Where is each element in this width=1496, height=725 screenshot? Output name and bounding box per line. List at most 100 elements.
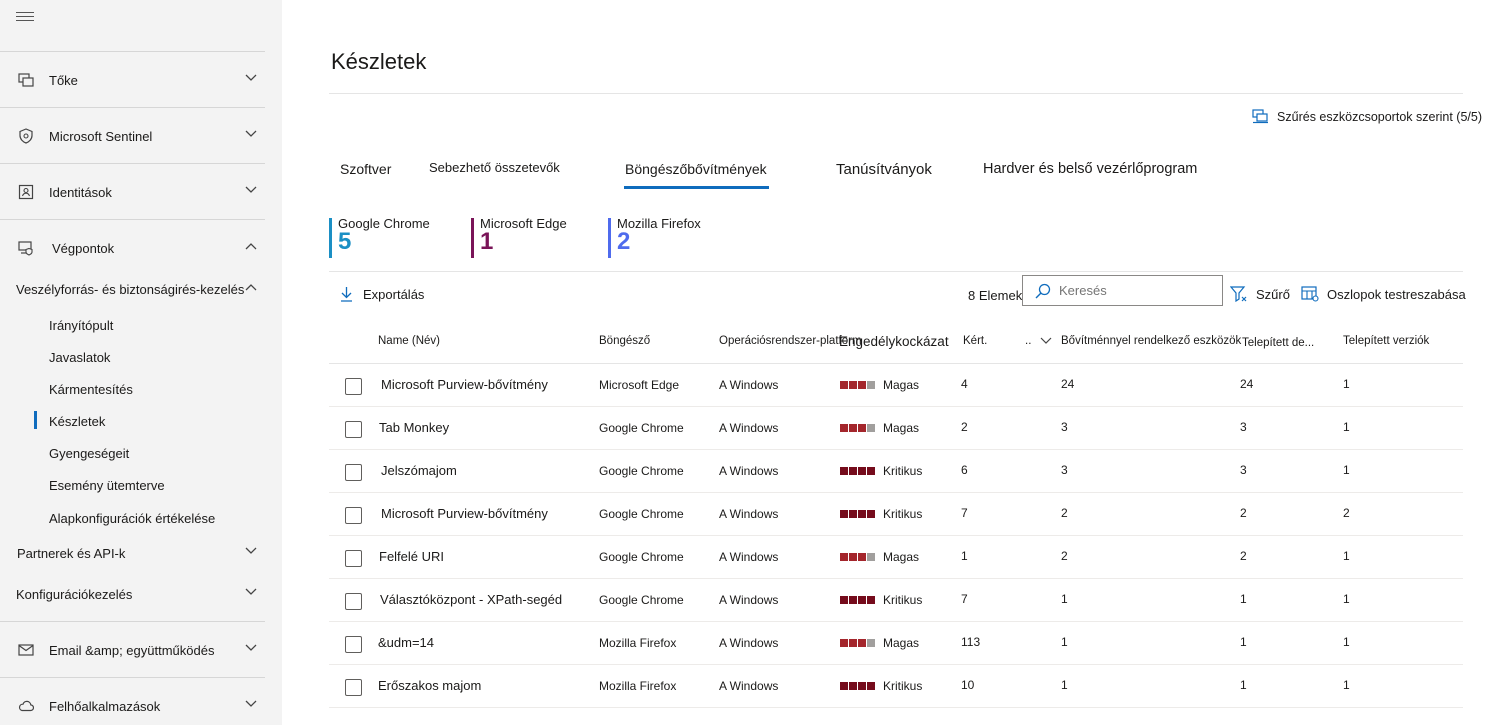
chevron-down-icon[interactable]: [245, 74, 257, 82]
export-button[interactable]: Exportálás: [340, 286, 424, 302]
sidebar-subitem-baselines[interactable]: Alapkonfigurációk értékelése: [49, 511, 215, 526]
risk-label: Kritikus: [883, 464, 923, 478]
row-checkbox[interactable]: [345, 507, 362, 524]
extension-name[interactable]: Microsoft Purview-bővítmény: [381, 506, 548, 521]
stat-color-bar: [608, 218, 611, 258]
filter-device-groups-button[interactable]: Szűrés eszközcsoportok szerint (5/5): [1252, 109, 1482, 124]
sidebar-subitem-dashboard[interactable]: Irányítópult: [49, 318, 113, 333]
risk-label: Magas: [883, 378, 920, 392]
devices-cell: 3: [1061, 463, 1068, 477]
extension-name[interactable]: Tab Monkey: [379, 420, 449, 435]
customize-columns-button[interactable]: Oszlopok testreszabása: [1301, 286, 1466, 302]
installed-devices-cell: 1: [1240, 635, 1247, 649]
chevron-up-icon[interactable]: [245, 242, 257, 250]
installed-devices-cell: 2: [1240, 506, 1247, 520]
installed-devices-cell: 1: [1240, 592, 1247, 606]
assets-icon: [18, 72, 34, 88]
column-header-devices-with-extension[interactable]: Bővítménnyel rendelkező eszközök: [1061, 335, 1241, 347]
tab-software[interactable]: Szoftver: [340, 161, 391, 177]
sidebar-subitem-weaknesses[interactable]: Gyengeségeit: [49, 446, 129, 461]
row-checkbox[interactable]: [345, 679, 362, 696]
sidebar-item-configuration[interactable]: Konfigurációkezelés: [0, 580, 275, 608]
sidebar-item-identities[interactable]: Identitások: [0, 178, 275, 206]
chevron-down-icon[interactable]: [245, 700, 257, 708]
risk-cell: Kritikus: [840, 464, 922, 478]
tab-vulnerable-components[interactable]: Sebezhető összetevők: [429, 160, 560, 175]
row-checkbox[interactable]: [345, 550, 362, 567]
table-row[interactable]: Erőszakos majom Mozilla Firefox A Windows K…: [329, 665, 1463, 708]
stat-value: 2: [617, 228, 631, 255]
row-checkbox[interactable]: [345, 421, 362, 438]
chevron-up-icon[interactable]: [245, 283, 257, 291]
tab-hardware-firmware[interactable]: Hardver és belső vezérlőprogram: [983, 161, 1197, 177]
installed-versions-cell: 1: [1343, 549, 1350, 563]
column-header-requested[interactable]: Kért.: [961, 335, 988, 347]
sidebar-item-partners[interactable]: Partnerek és API-k: [0, 539, 275, 567]
filter-button[interactable]: Szűrő: [1230, 286, 1290, 302]
column-header-installed-devices[interactable]: Telepített de...: [1242, 337, 1314, 349]
search-input[interactable]: [1059, 283, 1209, 298]
sidebar-item-email[interactable]: Email &amp; együttműködés: [0, 636, 275, 664]
sidebar-item-vulnerability-management[interactable]: Veszélyforrás- és biztonságirés-kezelés: [0, 275, 275, 303]
risk-bar-segment: [858, 510, 866, 518]
requested-cell: 113: [961, 635, 981, 649]
extension-name[interactable]: Erőszakos majom: [378, 678, 481, 693]
column-header-more[interactable]: ..: [1025, 335, 1031, 347]
extension-name[interactable]: &udm=14: [378, 635, 434, 650]
extension-name[interactable]: Microsoft Purview-bővítmény: [381, 377, 548, 392]
row-checkbox[interactable]: [345, 593, 362, 610]
row-checkbox[interactable]: [345, 464, 362, 481]
table-row[interactable]: &udm=14 Mozilla Firefox A Windows Magas 113 1…: [329, 622, 1463, 665]
column-header-installed-versions[interactable]: Telepített verziók: [1343, 335, 1429, 347]
export-label: Exportálás: [363, 286, 425, 302]
row-checkbox[interactable]: [345, 636, 362, 653]
column-header-permission-risk[interactable]: Engedélykockázat: [839, 334, 949, 349]
row-checkbox[interactable]: [345, 378, 362, 395]
risk-bar-segment: [849, 639, 857, 647]
extension-name[interactable]: Választóközpont - XPath-segéd: [380, 592, 562, 607]
sidebar-item-assets[interactable]: Tőke: [0, 66, 275, 94]
sidebar-item-cloud-apps[interactable]: Felhőalkalmazások: [0, 692, 275, 720]
table-row[interactable]: Tab Monkey Google Chrome A Windows Magas 2 3 3…: [329, 407, 1463, 450]
sidebar-item-endpoints[interactable]: Végpontok: [0, 234, 275, 262]
chevron-down-icon[interactable]: [245, 644, 257, 652]
sort-descending-icon[interactable]: [1040, 337, 1052, 345]
column-header-browser[interactable]: Böngésző: [599, 335, 650, 347]
sidebar-subitem-inventories[interactable]: Készletek: [49, 414, 105, 429]
hamburger-menu-icon[interactable]: [16, 12, 34, 26]
column-header-name[interactable]: Name (Név): [378, 335, 440, 347]
stat-microsoft-edge[interactable]: Microsoft Edge 1: [471, 216, 567, 258]
table-row[interactable]: Választóközpont - XPath-segéd Google Chro…: [329, 579, 1463, 622]
identity-icon: [18, 184, 34, 200]
chevron-down-icon[interactable]: [245, 186, 257, 194]
stat-mozilla-firefox[interactable]: Mozilla Firefox 2: [608, 216, 701, 258]
stat-google-chrome[interactable]: Google Chrome 5: [329, 216, 430, 258]
risk-label: Kritikus: [883, 593, 923, 607]
sidebar-subitem-remediation[interactable]: Kármentesítés: [49, 382, 133, 397]
sidebar-subitem-recommendations[interactable]: Javaslatok: [49, 350, 110, 365]
risk-bar-segment: [840, 510, 848, 518]
os-cell: A Windows: [719, 507, 779, 521]
table-row[interactable]: Jelszómajom Google Chrome A Windows Kritiku…: [329, 450, 1463, 493]
tab-browser-extensions[interactable]: Böngészőbővítmények: [625, 161, 767, 177]
items-count: 8 Elemek: [968, 288, 1023, 303]
risk-cell: Kritikus: [840, 593, 922, 607]
extension-name[interactable]: Felfelé URI: [379, 549, 444, 564]
chevron-down-icon[interactable]: [245, 547, 257, 555]
divider: [329, 93, 1463, 94]
tab-certificates[interactable]: Tanúsítványok: [836, 161, 932, 178]
risk-cell: Magas: [840, 550, 919, 564]
search-box[interactable]: [1022, 275, 1223, 306]
sidebar-item-sentinel[interactable]: Microsoft Sentinel: [0, 122, 275, 150]
chevron-down-icon[interactable]: [245, 588, 257, 596]
extension-name[interactable]: Jelszómajom: [381, 463, 457, 478]
sidebar-subitem-event-timeline[interactable]: Esemény ütemterve: [49, 478, 165, 493]
table-row[interactable]: Felfelé URI Google Chrome A Windows Magas 1 2…: [329, 536, 1463, 579]
devices-cell: 2: [1061, 506, 1068, 520]
installed-versions-cell: 1: [1343, 678, 1350, 692]
table-row[interactable]: Microsoft Purview-bővítmény Google Chrome…: [329, 493, 1463, 536]
risk-bar-segment: [867, 424, 875, 432]
customize-columns-label: Oszlopok testreszabása: [1327, 286, 1466, 302]
chevron-down-icon[interactable]: [245, 130, 257, 138]
table-row[interactable]: Microsoft Purview-bővítmény Microsoft Edg…: [329, 364, 1463, 407]
